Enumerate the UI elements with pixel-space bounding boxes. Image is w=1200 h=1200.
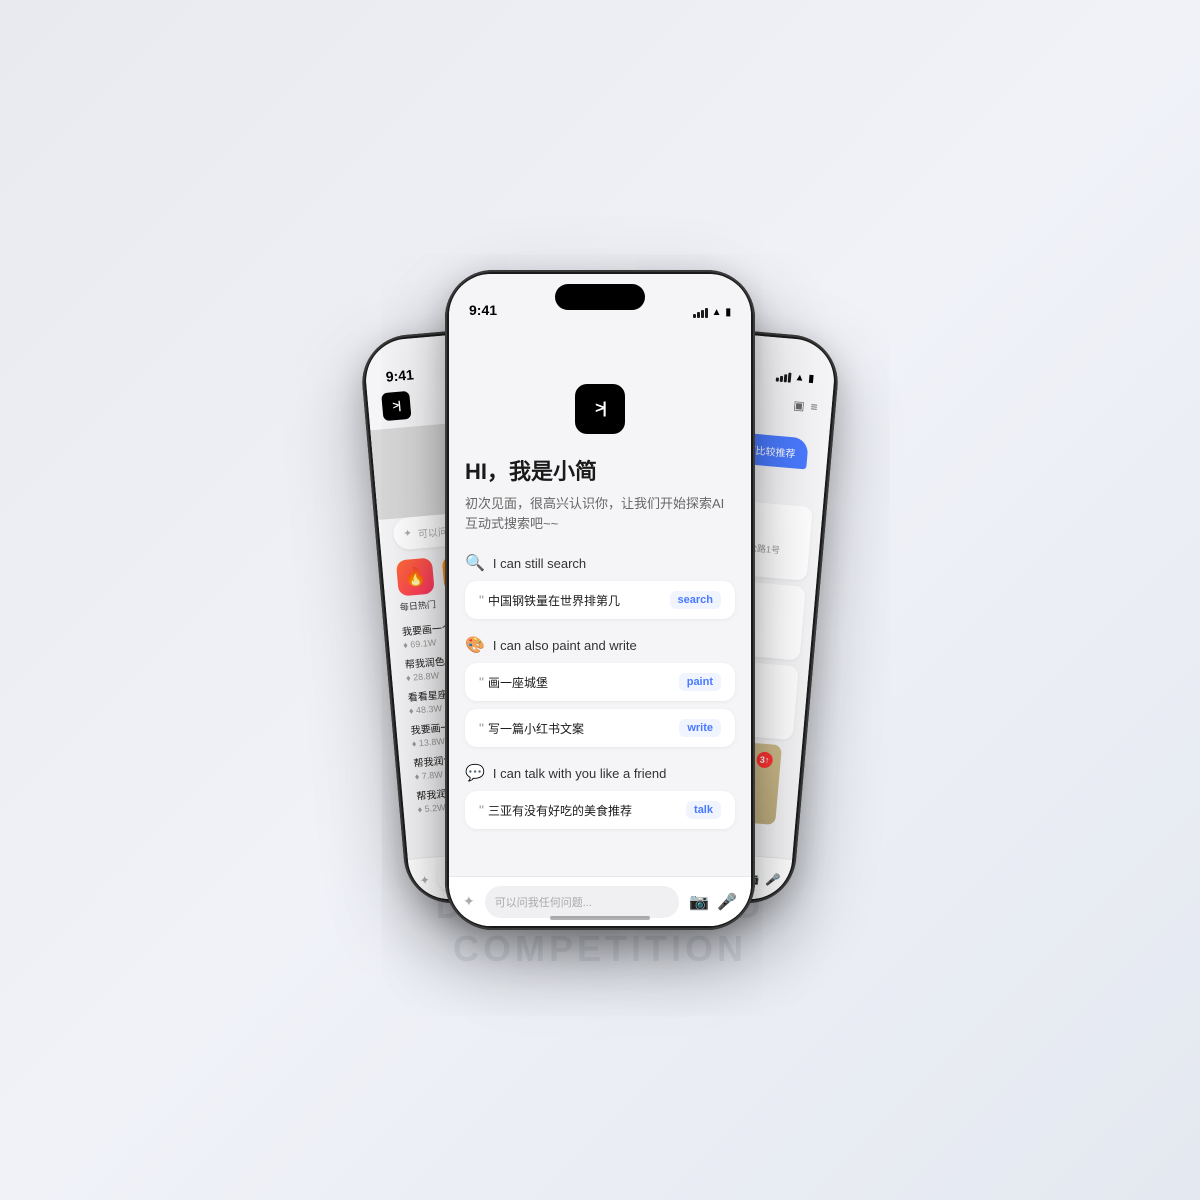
cap-label-talk: I can talk with you like a friend (493, 766, 666, 781)
cap-icon-search: 🔍 (465, 553, 485, 573)
camera-icon-center[interactable]: 📷 (689, 892, 709, 912)
cap-header-search: 🔍 I can still search (465, 553, 735, 573)
mic-icon-center[interactable]: 🎤 (717, 892, 737, 912)
cap-card-write[interactable]: " 写一篇小红书文案 write (465, 709, 735, 747)
capability-talk: 💬 I can talk with you like a friend " 三亚… (465, 763, 735, 829)
cat-icon-hot: 🔥 (396, 557, 435, 596)
capability-search: 🔍 I can still search " 中国钢铁量在世界排第几 searc… (465, 553, 735, 619)
cap-text-search: " 中国钢铁量在世界排第几 (479, 592, 620, 609)
dynamic-island-center (555, 284, 645, 310)
bottom-icons-center: 📷 🎤 (689, 892, 737, 912)
signal-center (693, 308, 708, 318)
watermark-line2: COMPETITION (436, 927, 765, 970)
nav-menu-right: ≡ (810, 400, 818, 415)
mic-right[interactable]: 🎤 (765, 872, 781, 887)
map-badge: 3↑ (756, 751, 773, 768)
cap-header-talk: 💬 I can talk with you like a friend (465, 763, 735, 783)
status-icons-right: ▲ ▮ (775, 370, 814, 384)
wifi-center: ▲ (712, 307, 722, 318)
cap-icon-paint: 🎨 (465, 635, 485, 655)
logo-left: >| (381, 391, 411, 421)
capability-paint: 🎨 I can also paint and write " 画一座城堡 pai… (465, 635, 735, 747)
phones-container: 9:41 ▲ ▮ >| ▣ ≡ (150, 150, 1050, 1050)
cap-card-talk[interactable]: " 三亚有没有好吃的美食推荐 talk (465, 791, 735, 829)
paint-action-btn[interactable]: paint (679, 673, 721, 691)
nav-box-right: ▣ (793, 398, 806, 413)
spark-icon-center: ✦ (463, 893, 475, 910)
center-nav (449, 324, 751, 368)
center-screen: 9:41 ▲ ▮ >| (449, 274, 751, 926)
cap-icon-talk: 💬 (465, 763, 485, 783)
cap-label-paint: I can also paint and write (493, 638, 637, 653)
cap-card-paint[interactable]: " 画一座城堡 paint (465, 663, 735, 701)
phone-center: 9:41 ▲ ▮ >| (445, 270, 755, 930)
cap-text-paint: " 画一座城堡 (479, 674, 548, 691)
spark-icon-left: ✦ (419, 872, 430, 887)
search-action-btn[interactable]: search (670, 591, 721, 609)
battery-center: ▮ (725, 307, 731, 318)
greeting-title: HI，我是小简 (465, 454, 735, 486)
input-placeholder-center: 可以问我任何问题... (495, 894, 592, 910)
status-icons-center: ▲ ▮ (693, 307, 731, 318)
cap-card-search[interactable]: " 中国钢铁量在世界排第几 search (465, 581, 735, 619)
app-logo-center: >| (575, 384, 625, 434)
greeting-subtitle: 初次见面，很高兴认识你，让我们开始探索AI互动式搜索吧~~ (465, 494, 735, 533)
time-center: 9:41 (469, 302, 497, 318)
search-icon-left: ✦ (403, 528, 412, 540)
cap-text-talk: " 三亚有没有好吃的美食推荐 (479, 802, 632, 819)
wifi-right: ▲ (794, 372, 805, 384)
cat-label-hot: 每日热门 (399, 597, 436, 613)
search-input-center[interactable]: 可以问我任何问题... (485, 886, 679, 918)
write-action-btn[interactable]: write (679, 719, 721, 737)
home-indicator-center (550, 916, 650, 920)
cap-header-paint: 🎨 I can also paint and write (465, 635, 735, 655)
center-content: >| HI，我是小简 初次见面，很高兴认识你，让我们开始探索AI互动式搜索吧~~… (449, 368, 751, 876)
cap-label-search: I can still search (493, 556, 586, 571)
battery-right: ▮ (808, 373, 814, 384)
cat-hot[interactable]: 🔥 每日热门 (396, 557, 436, 613)
cap-text-write: " 写一篇小红书文案 (479, 720, 584, 737)
time-left: 9:41 (385, 366, 414, 384)
talk-action-btn[interactable]: talk (686, 801, 721, 819)
signal-right (775, 371, 791, 382)
